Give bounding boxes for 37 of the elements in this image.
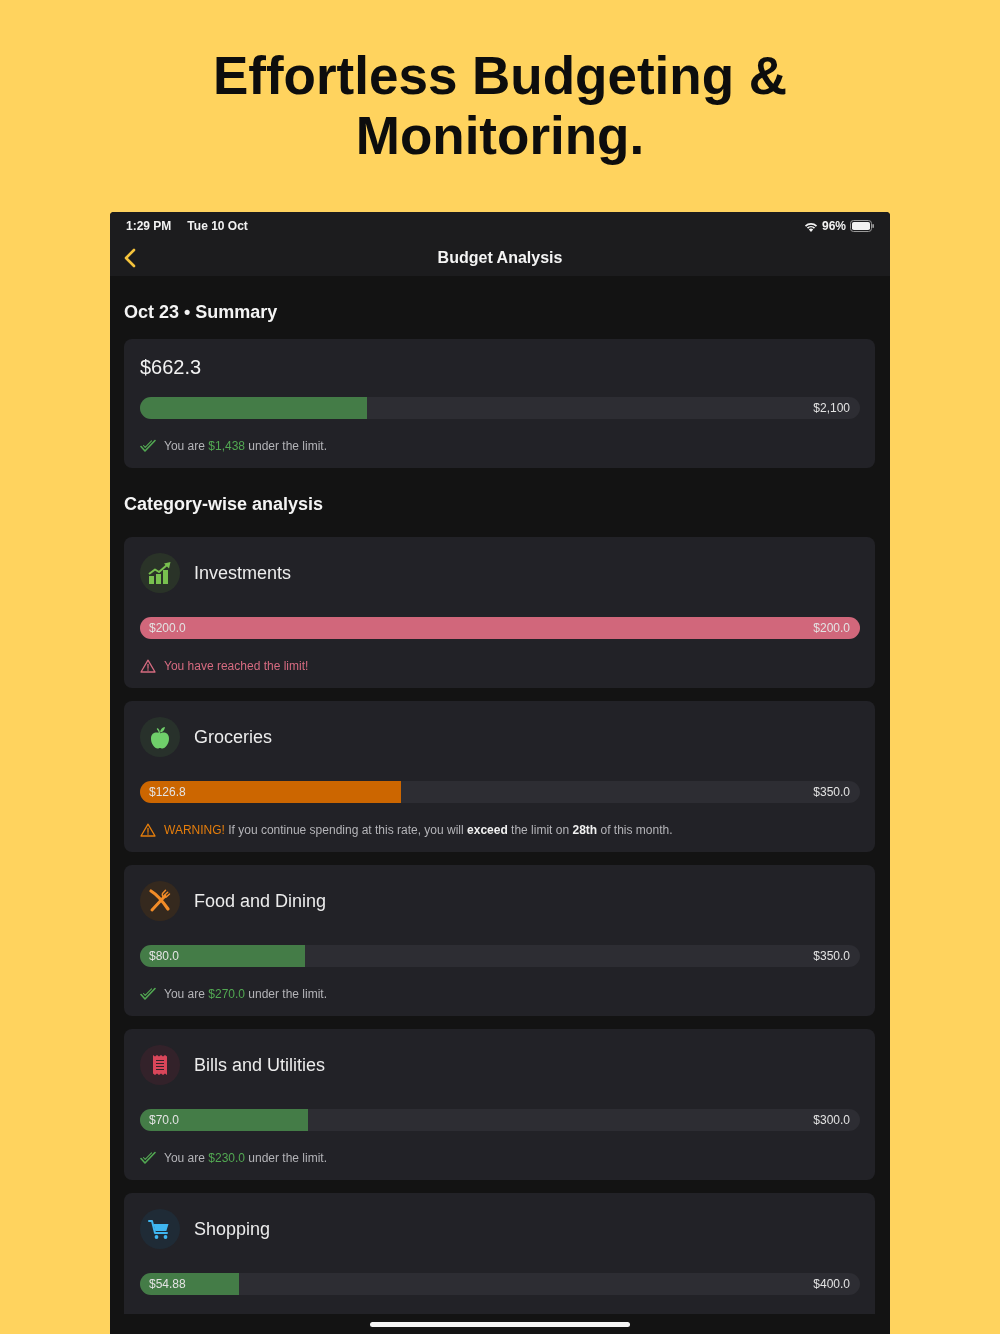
chart-icon: [140, 553, 180, 593]
receipt-icon: [140, 1045, 180, 1085]
spent-amount: $662.3: [140, 355, 203, 379]
status-date: Tue 10 Oct: [187, 218, 248, 235]
spent-label: $70.0: [149, 1112, 180, 1129]
cart-icon: [140, 1209, 180, 1249]
headline: Effortless Budgeting & Monitoring.: [211, 46, 789, 166]
spent-label: $126.8: [149, 784, 186, 801]
chevron-left-icon: [124, 248, 136, 268]
limit-label: $300.0: [813, 1112, 850, 1129]
apple-icon: [140, 717, 180, 757]
limit-message: WARNING! If you continue spending at this rate, you will exceed the limit on 28th of this month.: [164, 822, 673, 839]
limit-message: You have reached the limit!: [164, 658, 309, 675]
wifi-icon: [803, 220, 818, 232]
category-name: Investments: [194, 562, 292, 585]
limit-label: $350.0: [813, 784, 850, 801]
category-name: Groceries: [194, 726, 273, 749]
category-name: Bills and Utilities: [194, 1054, 326, 1077]
page-title: Budget Analysis: [437, 248, 563, 268]
limit-message: You are $1,438 under the limit.: [164, 438, 328, 455]
limit-label: $350.0: [813, 948, 850, 965]
spent-label: $200.0: [149, 620, 186, 637]
spent-label: $54.88: [149, 1276, 186, 1293]
limit-label: $200.0: [813, 620, 850, 637]
battery-icon: [850, 220, 874, 232]
limit-label: $2,100: [813, 400, 850, 417]
category-name: Food and Dining: [194, 890, 327, 913]
limit-message: You are $270.0 under the limit.: [164, 986, 328, 1003]
limit-message: You are $230.0 under the limit.: [164, 1150, 328, 1167]
category-name: Shopping: [194, 1218, 271, 1241]
battery-percentage: 96%: [821, 218, 846, 235]
limit-label: $400.0: [813, 1276, 850, 1293]
section-heading: Oct 23 • Summary: [124, 301, 279, 324]
status-time: 1:29 PM: [126, 218, 172, 235]
section-heading: Category-wise analysis: [124, 493, 325, 516]
fork-knife-icon: [140, 881, 180, 921]
spent-label: $80.0: [149, 948, 180, 965]
